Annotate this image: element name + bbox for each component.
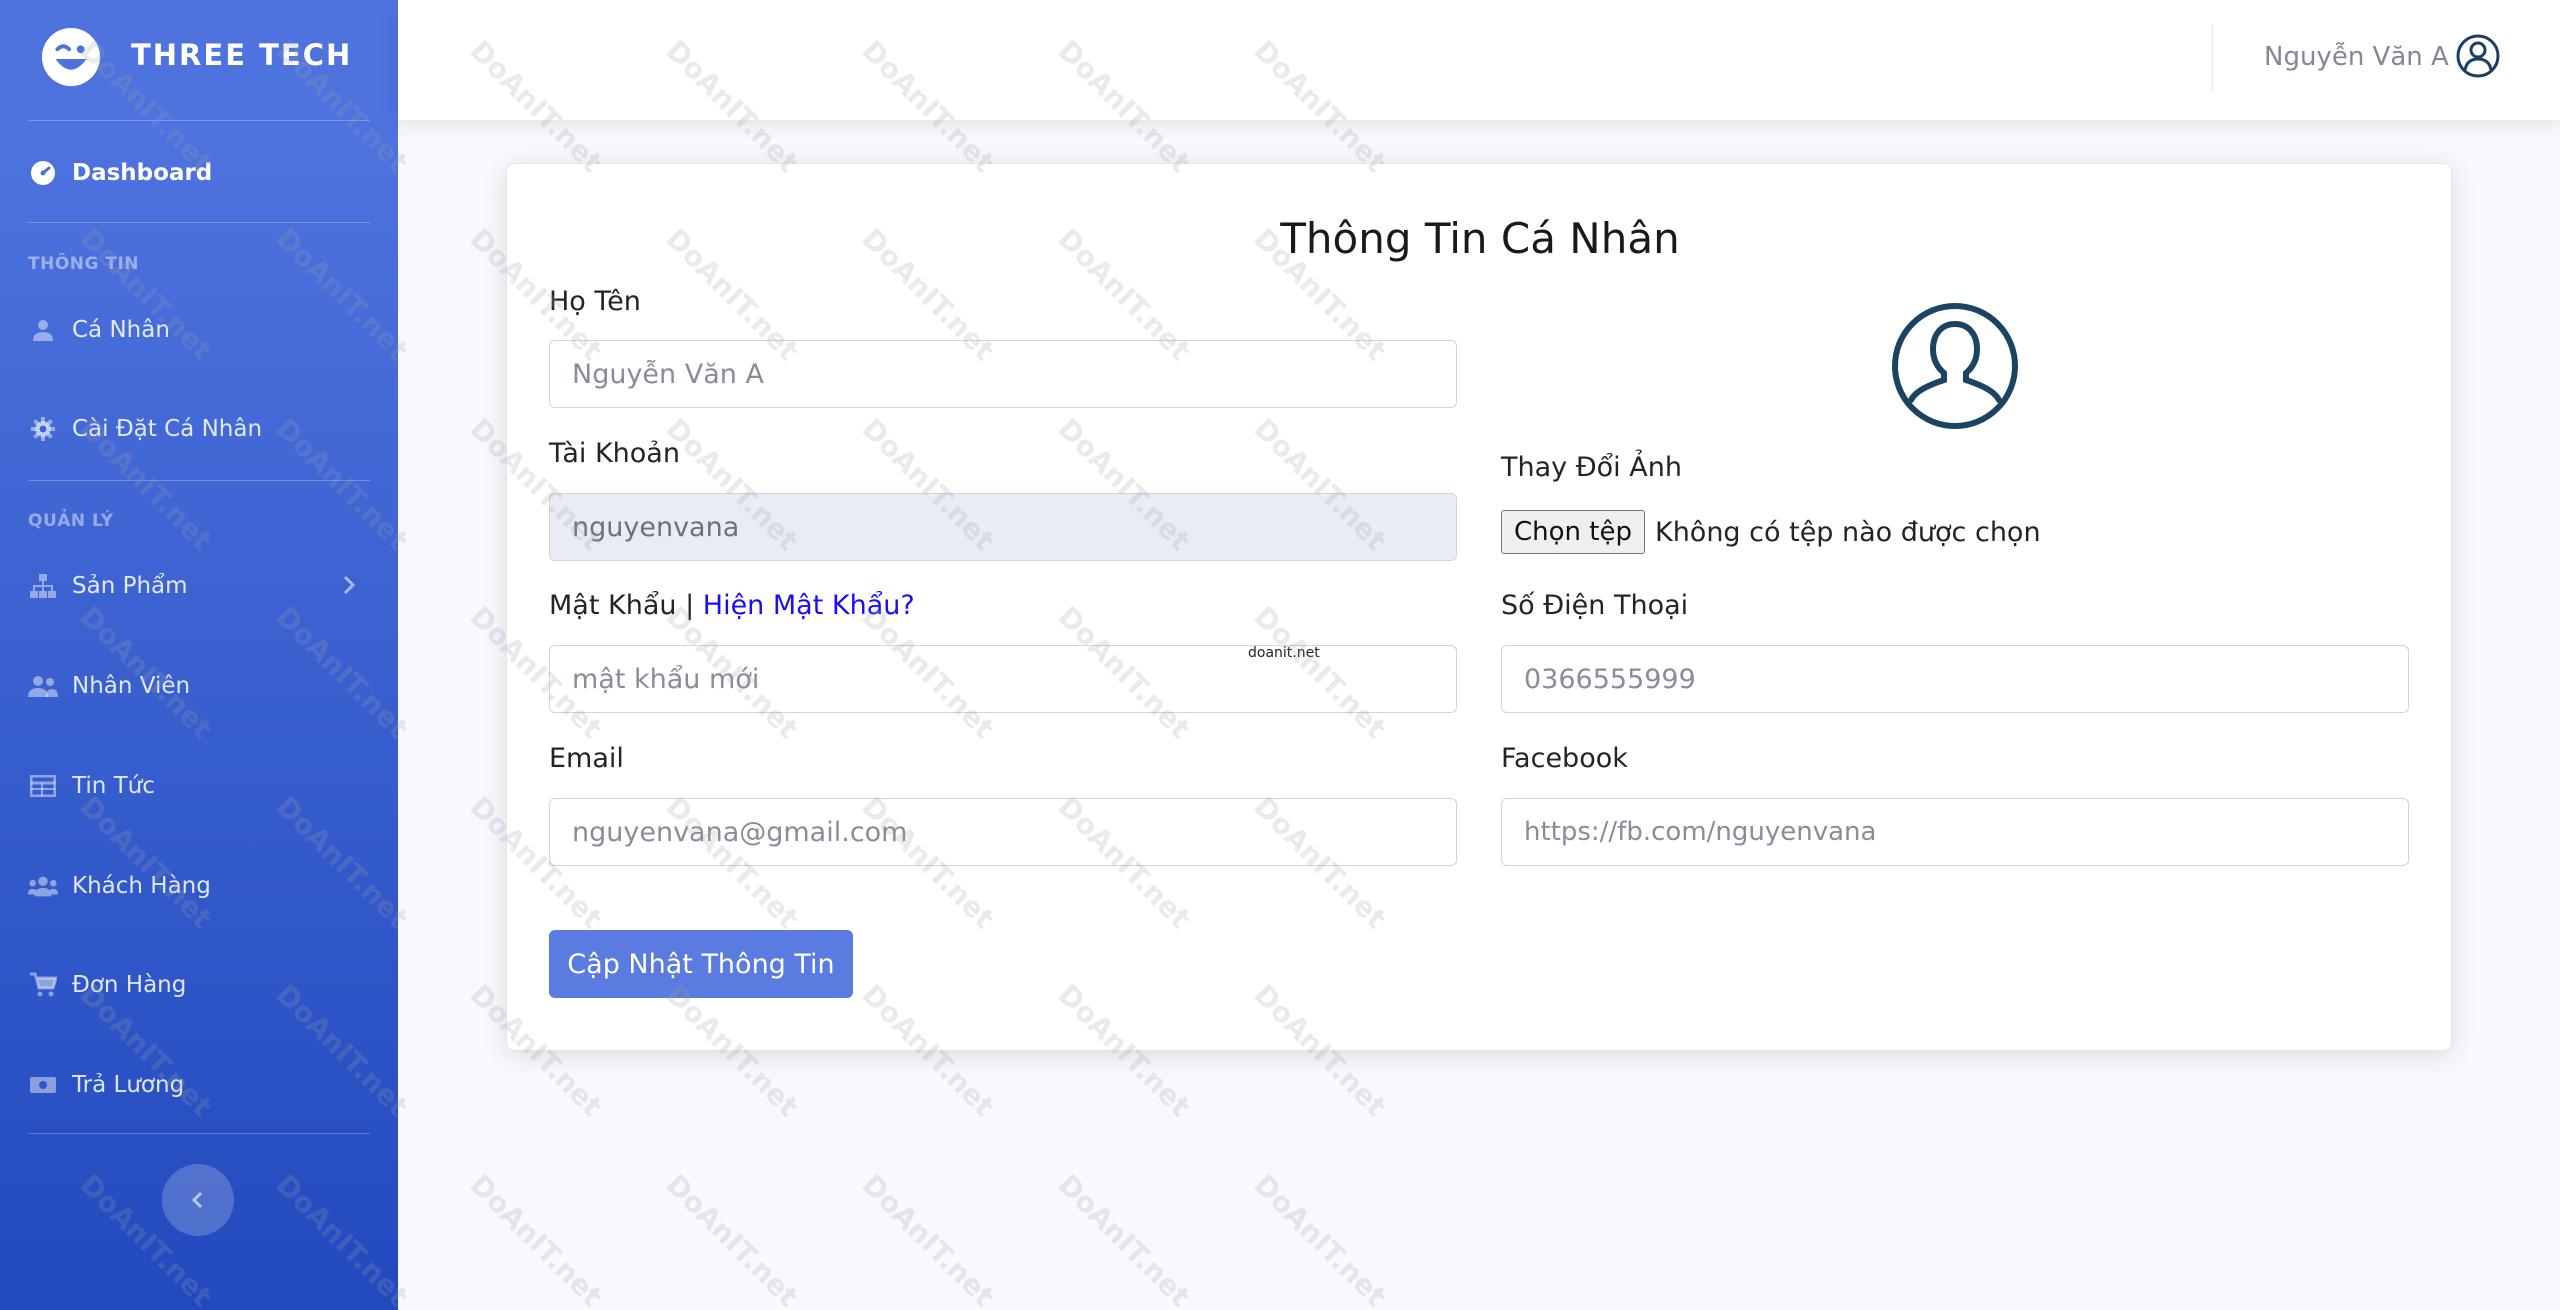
sidebar-divider [28, 120, 370, 121]
sidebar-item-label: Cài Đặt Cá Nhân [72, 416, 263, 442]
email-input[interactable] [549, 798, 1457, 866]
gear-icon [28, 414, 58, 444]
watermark-text: DoAnIT.net [659, 1167, 805, 1310]
sitemap-icon [28, 571, 58, 601]
tachometer-icon [28, 158, 58, 188]
chevron-left-icon [191, 1191, 203, 1209]
sidebar-item-label: Trả Lương [72, 1072, 185, 1098]
sidebar-heading-manage: QUẢN LÝ [28, 511, 114, 531]
chevron-right-icon [343, 575, 356, 595]
profile-avatar-icon [1892, 303, 2018, 429]
choose-file-button[interactable]: Chọn tệp [1501, 510, 1645, 554]
sidebar-item-label: Nhân Viên [72, 673, 191, 699]
sidebar-item-label: Sản Phẩm [72, 573, 188, 599]
sidebar: THREE TECH Dashboard THÔNG TIN Cá Nhân C… [0, 0, 398, 1310]
phone-input[interactable] [1501, 645, 2409, 713]
sidebar-item-label: Khách Hàng [72, 873, 211, 899]
watermark-text: DoAnIT.net [1051, 1167, 1197, 1310]
sidebar-item-don-hang[interactable]: Đơn Hàng [28, 955, 370, 1015]
page-title: Thông Tin Cá Nhân [1280, 214, 1680, 263]
change-photo-label: Thay Đổi Ảnh [1501, 452, 1682, 483]
user-name[interactable]: Nguyễn Văn A [2264, 42, 2449, 72]
brand[interactable]: THREE TECH [0, 0, 398, 115]
sidebar-divider [28, 1133, 370, 1134]
watermark-text: DoAnIT.net [855, 1167, 1001, 1310]
sidebar-divider [28, 222, 370, 223]
account-input: nguyenvana [549, 493, 1457, 561]
fullname-input[interactable] [549, 340, 1457, 408]
sidebar-item-label: Dashboard [72, 160, 213, 186]
sidebar-item-label: Cá Nhân [72, 317, 170, 343]
email-label: Email [549, 743, 624, 774]
update-info-button[interactable]: Cập Nhật Thông Tin [549, 930, 853, 998]
topbar-divider [2212, 24, 2213, 92]
money-icon [28, 1070, 58, 1100]
sidebar-item-khach-hang[interactable]: Khách Hàng [28, 856, 370, 916]
sidebar-divider [28, 480, 370, 481]
brand-name: THREE TECH [131, 38, 353, 72]
topbar: Nguyễn Văn A [398, 0, 2560, 120]
profile-card: Thông Tin Cá Nhân Họ Tên Tài Khoản nguye… [506, 163, 2452, 1051]
sidebar-item-tra-luong[interactable]: Trả Lương [28, 1055, 370, 1115]
sidebar-item-san-pham[interactable]: Sản Phẩm [28, 556, 370, 616]
sidebar-item-label: Tin Tức [72, 773, 155, 799]
phone-label: Số Điện Thoại [1501, 590, 1689, 621]
users-icon [28, 671, 58, 701]
fullname-label: Họ Tên [549, 286, 641, 317]
sidebar-item-dashboard[interactable]: Dashboard [28, 143, 370, 203]
user-group-icon [28, 871, 58, 901]
password-input[interactable] [549, 645, 1457, 713]
sidebar-item-label: Đơn Hàng [72, 972, 187, 998]
sidebar-toggle-button[interactable] [162, 1164, 234, 1236]
watermark-small: doanit.net [1248, 645, 1320, 661]
show-password-link[interactable]: Hiện Mật Khẩu? [703, 590, 915, 621]
facebook-input[interactable] [1501, 798, 2409, 866]
sidebar-item-tin-tuc[interactable]: Tin Tức [28, 756, 370, 816]
sidebar-item-cai-dat[interactable]: Cài Đặt Cá Nhân [28, 399, 370, 459]
laugh-wink-icon [41, 27, 101, 87]
cart-icon [28, 970, 58, 1000]
sidebar-heading-info: THÔNG TIN [28, 254, 140, 274]
facebook-label: Facebook [1501, 743, 1628, 774]
account-label: Tài Khoản [549, 438, 680, 469]
sidebar-item-ca-nhan[interactable]: Cá Nhân [28, 300, 370, 360]
sidebar-item-nhan-vien[interactable]: Nhân Viên [28, 656, 370, 716]
user-icon [28, 315, 58, 345]
password-label-text: Mật Khẩu | [549, 590, 695, 621]
password-label: Mật Khẩu | Hiện Mật Khẩu? [549, 590, 915, 621]
user-avatar-icon[interactable] [2456, 34, 2500, 78]
watermark-text: DoAnIT.net [463, 1167, 609, 1310]
file-status: Không có tệp nào được chọn [1654, 516, 2041, 548]
file-picker: Chọn tệp Không có tệp nào được chọn [1501, 506, 2041, 558]
table-icon [28, 771, 58, 801]
watermark-text: DoAnIT.net [1247, 1167, 1393, 1310]
